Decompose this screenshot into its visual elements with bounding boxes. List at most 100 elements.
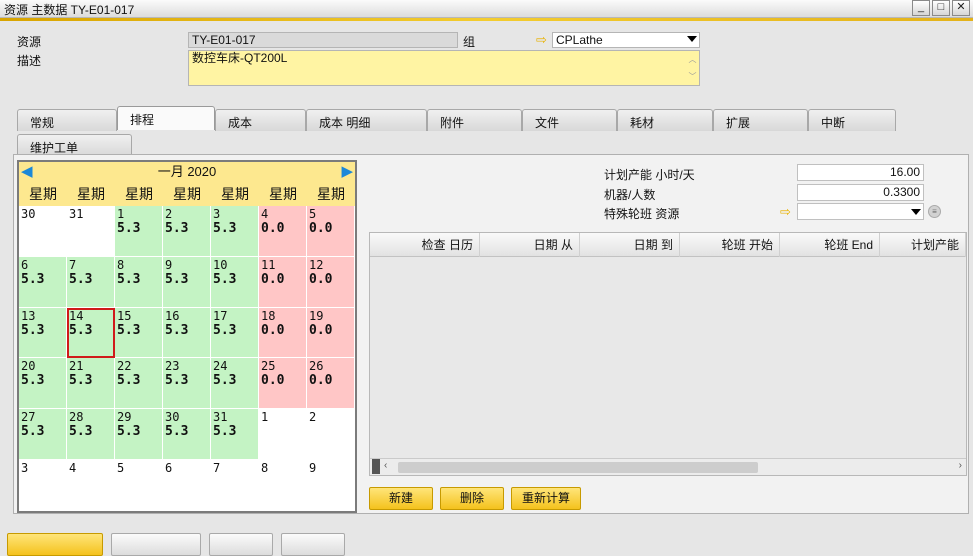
calendar-day[interactable]: 13 5.3 — [19, 307, 67, 359]
calendar-day[interactable]: 30 5.3 — [163, 409, 211, 460]
maximize-icon[interactable]: □ — [932, 0, 950, 16]
calendar-day[interactable]: 6 — [163, 459, 211, 511]
calendar-day[interactable]: 17 5.3 — [211, 307, 259, 359]
calendar-day[interactable]: 10 5.3 — [211, 256, 259, 308]
calendar-day[interactable]: 3 — [19, 459, 67, 511]
calendar-day[interactable]: 8 5.3 — [115, 256, 163, 308]
day-number: 16 — [165, 308, 180, 323]
close-icon[interactable]: ✕ — [952, 0, 970, 16]
tab-extensions[interactable]: 扩展 — [713, 109, 808, 131]
calendar-day-selected[interactable]: 14 5.3 — [67, 307, 115, 359]
column-header[interactable]: 检查 日历 — [370, 233, 480, 257]
scroll-thumb[interactable] — [398, 462, 758, 473]
calendar-day[interactable]: 3 5.3 — [211, 206, 259, 257]
day-hours: 5.3 — [117, 221, 141, 236]
link-arrow-icon[interactable]: ⇨ — [536, 33, 547, 46]
calendar-day[interactable]: 2 — [307, 409, 355, 460]
relationship-button[interactable] — [209, 533, 273, 556]
tab-scheduling[interactable]: 排程 — [117, 106, 215, 130]
calendar-day[interactable]: 16 5.3 — [163, 307, 211, 359]
description-field[interactable]: 数控车床-QT200L ︿ ﹀ — [188, 50, 700, 86]
chevron-down-icon[interactable] — [911, 209, 921, 215]
calendar-day[interactable]: 26 0.0 — [307, 358, 355, 410]
tab-interruptions[interactable]: 中断 — [808, 109, 896, 131]
calendar-day[interactable]: 7 5.3 — [67, 256, 115, 308]
day-number: 23 — [165, 359, 180, 374]
special-shift-select[interactable] — [797, 203, 924, 220]
tab-attachments[interactable]: 附件 — [427, 109, 522, 131]
column-header[interactable]: 轮班 开始 — [680, 233, 780, 257]
calendar-day[interactable]: 20 5.3 — [19, 358, 67, 410]
calendar-day[interactable]: 28 5.3 — [67, 409, 115, 460]
calendar-day[interactable]: 1 — [259, 409, 307, 460]
column-header[interactable]: 轮班 End — [780, 233, 880, 257]
delete-button[interactable]: 删除 — [440, 487, 504, 510]
scroll-left-icon[interactable]: ‹ — [384, 460, 387, 471]
next-month-icon[interactable]: ▶ — [341, 162, 353, 182]
day-hours: 0.0 — [261, 373, 285, 389]
planned-capacity-label: 计划产能 小时/天 — [604, 168, 695, 182]
calendar-day[interactable]: 12 0.0 — [307, 256, 355, 308]
tab-maintenance-orders[interactable]: 维护工单 — [17, 134, 132, 156]
tab-general[interactable]: 常规 — [17, 109, 117, 131]
planned-capacity-field[interactable]: 16.00 — [797, 164, 924, 181]
cancel-button[interactable] — [111, 533, 201, 556]
horizontal-scrollbar[interactable]: ‹ › — [370, 458, 966, 475]
scroll-down-icon[interactable]: ﹀ — [688, 70, 697, 84]
scroll-right-icon[interactable]: › — [959, 460, 962, 471]
day-hours: 0.0 — [261, 271, 285, 287]
calendar-day[interactable]: 9 5.3 — [163, 256, 211, 308]
column-header[interactable]: 计划产能 — [880, 233, 966, 257]
calendar-day[interactable]: 8 — [259, 459, 307, 511]
tab-cost[interactable]: 成本 — [215, 109, 306, 131]
calendar-day[interactable]: 25 0.0 — [259, 358, 307, 410]
calendar-day[interactable]: 4 0.0 — [259, 206, 307, 257]
calendar-day[interactable]: 22 5.3 — [115, 358, 163, 410]
calendar-day[interactable]: 30 — [19, 206, 67, 257]
previous-month-icon[interactable]: ◀ — [21, 162, 33, 182]
ok-button[interactable] — [7, 533, 103, 556]
calendar-day[interactable]: 31 5.3 — [211, 409, 259, 460]
calendar-day[interactable]: 24 5.3 — [211, 358, 259, 410]
chevron-down-icon[interactable] — [687, 36, 697, 42]
column-header[interactable]: 日期 从 — [480, 233, 580, 257]
calendar-day[interactable]: 18 0.0 — [259, 307, 307, 359]
assign-button[interactable] — [281, 533, 345, 556]
calendar-day[interactable]: 5 — [115, 459, 163, 511]
calendar-day[interactable]: 23 5.3 — [163, 358, 211, 410]
calendar-day[interactable]: 11 0.0 — [259, 256, 307, 308]
calendar-day[interactable]: 15 5.3 — [115, 307, 163, 359]
minimize-icon[interactable]: _ — [912, 0, 930, 16]
link-arrow-icon[interactable]: ⇨ — [780, 205, 791, 218]
group-select[interactable]: CPLathe — [552, 32, 700, 48]
calendar-day[interactable]: 31 — [67, 206, 115, 257]
scroll-up-icon[interactable]: ︿ — [688, 53, 697, 67]
calendar-day[interactable]: 1 5.3 — [115, 206, 163, 257]
calendar-day[interactable]: 2 5.3 — [163, 206, 211, 257]
tab-consumables[interactable]: 耗材 — [617, 109, 713, 131]
day-number: 7 — [213, 460, 221, 475]
tab-files[interactable]: 文件 — [522, 109, 617, 131]
list-icon[interactable]: ≡ — [928, 205, 941, 218]
calendar-day[interactable]: 21 5.3 — [67, 358, 115, 410]
calendar-day[interactable]: 4 — [67, 459, 115, 511]
calendar-day[interactable]: 6 5.3 — [19, 256, 67, 308]
column-header[interactable]: 日期 到 — [580, 233, 680, 257]
calendar-day[interactable]: 27 5.3 — [19, 409, 67, 460]
calendar-day[interactable]: 29 5.3 — [115, 409, 163, 460]
machines-field[interactable]: 0.3300 — [797, 184, 924, 201]
day-hours: 0.0 — [309, 322, 333, 338]
calendar-day[interactable]: 7 — [211, 459, 259, 511]
day-hours: 5.3 — [117, 373, 141, 389]
recalculate-button[interactable]: 重新计算 — [511, 487, 581, 510]
calendar-day[interactable]: 5 0.0 — [307, 206, 355, 257]
new-button[interactable]: 新建 — [369, 487, 433, 510]
tab-cost-detail[interactable]: 成本 明细 — [306, 109, 427, 131]
calendar-day[interactable]: 9 — [307, 459, 355, 511]
day-number: 27 — [21, 410, 36, 425]
day-number: 3 — [213, 207, 221, 221]
day-number: 1 — [117, 207, 125, 221]
resource-code-field[interactable]: TY-E01-017 — [188, 32, 458, 48]
day-hours: 5.3 — [213, 373, 237, 389]
calendar-day[interactable]: 19 0.0 — [307, 307, 355, 359]
